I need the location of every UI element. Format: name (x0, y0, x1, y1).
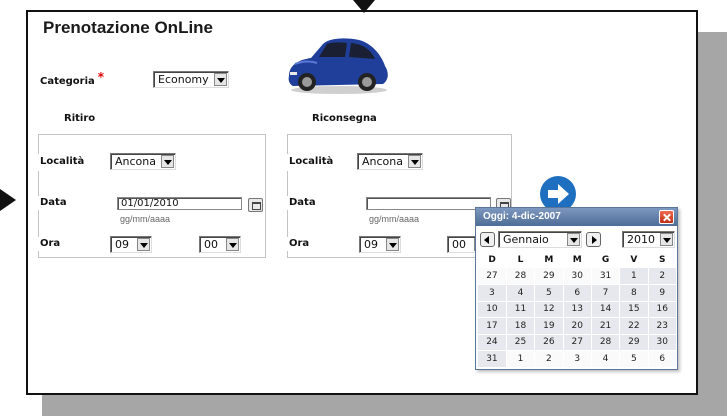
pointer-arrow-right-icon (0, 189, 16, 211)
calendar-year-select[interactable]: 2010 (622, 231, 675, 248)
calendar-day[interactable]: 20 (563, 317, 592, 335)
next-month-icon[interactable] (586, 232, 601, 247)
weekday-header: V (630, 255, 638, 265)
calendar-day[interactable]: 5 (534, 284, 564, 302)
calendar-day[interactable]: 7 (591, 284, 621, 302)
calendar-day[interactable]: 1 (506, 350, 536, 368)
calendar-day[interactable]: 17 (478, 317, 507, 335)
calendar-day[interactable]: 16 (648, 301, 678, 318)
chevron-down-icon (161, 155, 174, 168)
calendar-day[interactable]: 28 (591, 334, 621, 351)
car-image (288, 38, 388, 94)
chevron-down-icon (567, 233, 580, 246)
categoria-label: Categoria * (40, 70, 105, 87)
calendar-today-label[interactable]: Oggi: 4-dic-2007 (483, 211, 561, 222)
calendar-day[interactable]: 29 (619, 334, 649, 351)
ritiro-hour-select[interactable]: 09 (110, 236, 152, 253)
chevron-down-icon (386, 238, 399, 251)
close-icon[interactable] (659, 210, 674, 224)
ritiro-localita-select[interactable]: Ancona (110, 153, 176, 170)
required-mark: * (97, 70, 105, 84)
calendar-day[interactable]: 4 (506, 284, 536, 302)
riconsegna-date-input[interactable] (366, 197, 491, 210)
calendar-day[interactable]: 23 (648, 317, 678, 335)
calendar-week-row: 10 11 12 13 14 15 16 (478, 301, 678, 318)
calendar-day[interactable]: 3 (563, 350, 592, 368)
riconsegna-localita-select[interactable]: Ancona (357, 153, 423, 170)
ritiro-heading: Ritiro (64, 113, 96, 124)
chevron-down-icon (660, 233, 673, 246)
calendar-week-row: 31 1 2 3 4 5 6 (478, 350, 678, 368)
calendar-day[interactable]: 8 (619, 284, 649, 302)
calendar-month-select[interactable]: Gennaio (498, 231, 582, 248)
ritiro-date-input[interactable]: 01/01/2010 (117, 197, 242, 210)
calendar-day[interactable]: 14 (591, 301, 621, 318)
prev-month-icon[interactable] (480, 232, 495, 247)
ritiro-date-hint: gg/mm/aaaa (120, 214, 171, 224)
calendar-day[interactable]: 31 (591, 268, 621, 285)
ritiro-calendar-icon[interactable] (248, 198, 263, 212)
calendar-day[interactable]: 1 (619, 268, 649, 285)
calendar-day[interactable]: 28 (506, 268, 536, 285)
weekday-header: M (572, 255, 582, 265)
weekday-header: M (544, 255, 554, 265)
chevron-down-icon (137, 238, 150, 251)
calendar-day[interactable]: 27 (563, 334, 592, 351)
calendar-day[interactable]: 22 (619, 317, 649, 335)
calendar-day[interactable]: 21 (591, 317, 621, 335)
riconsegna-localita-label: Località (289, 156, 334, 167)
riconsegna-data-label: Data (289, 197, 316, 208)
chevron-down-icon (214, 73, 227, 86)
calendar-day[interactable]: 29 (534, 268, 564, 285)
riconsegna-hour-select[interactable]: 09 (359, 236, 401, 253)
calendar-week-row: 3456789 (478, 284, 678, 302)
calendar-week-row: 17 18 19 20 21 22 23 (478, 317, 678, 335)
calendar-day[interactable]: 18 (506, 317, 536, 335)
chevron-down-icon (226, 238, 239, 251)
calendar-grid: DLMMGVS 27 28 29 30 31 1 2 3 4 5 6 7 8 9 10 11 12 13 14 15 1… (478, 252, 678, 368)
ritiro-data-label: Data (40, 197, 67, 208)
calendar-day[interactable]: 15 (619, 301, 649, 318)
calendar-day[interactable]: 2 (648, 268, 678, 285)
riconsegna-ora-label: Ora (289, 238, 310, 249)
calendar-day[interactable]: 6 (648, 350, 678, 368)
ritiro-localita-label: Località (40, 156, 85, 167)
ritiro-ora-label: Ora (40, 238, 61, 249)
calendar-day[interactable]: 19 (534, 317, 564, 335)
weekday-header: S (659, 255, 666, 265)
calendar-day[interactable]: 5 (619, 350, 649, 368)
calendar-day[interactable]: 26 (534, 334, 564, 351)
pointer-arrow-down-icon (353, 0, 375, 13)
weekday-header: G (601, 255, 610, 265)
calendar-day[interactable]: 24 (478, 334, 507, 351)
calendar-day[interactable]: 30 (648, 334, 678, 351)
categoria-value: Economy (158, 73, 209, 86)
calendar-popup: Oggi: 4-dic-2007 Gennaio 2010 DLMMGVS 27… (475, 207, 678, 370)
riconsegna-heading: Riconsegna (312, 113, 377, 124)
calendar-day[interactable]: 30 (563, 268, 592, 285)
calendar-day[interactable]: 11 (506, 301, 536, 318)
calendar-day[interactable]: 25 (506, 334, 536, 351)
chevron-down-icon (408, 155, 421, 168)
calendar-day[interactable]: 2 (534, 350, 564, 368)
calendar-day[interactable]: 10 (478, 301, 507, 318)
calendar-day[interactable]: 4 (591, 350, 621, 368)
calendar-week-row: 27 28 29 30 31 1 2 (478, 268, 678, 285)
riconsegna-date-hint: gg/mm/aaaa (369, 214, 420, 224)
calendar-day[interactable]: 31 (478, 350, 507, 368)
weekday-header: L (517, 255, 524, 265)
ritiro-minute-select[interactable]: 00 (199, 236, 241, 253)
calendar-day[interactable]: 27 (478, 268, 507, 285)
page-title: Prenotazione OnLine (43, 18, 214, 37)
categoria-select[interactable]: Economy (153, 71, 229, 88)
calendar-day[interactable]: 9 (648, 284, 678, 302)
weekday-header: D (488, 255, 496, 265)
calendar-day[interactable]: 6 (563, 284, 592, 302)
calendar-day[interactable]: 3 (478, 284, 507, 302)
calendar-week-row: 24 25 26 27 28 29 30 (478, 334, 678, 351)
calendar-day[interactable]: 12 (534, 301, 564, 318)
calendar-header: Oggi: 4-dic-2007 (476, 208, 677, 226)
calendar-day[interactable]: 13 (563, 301, 592, 318)
